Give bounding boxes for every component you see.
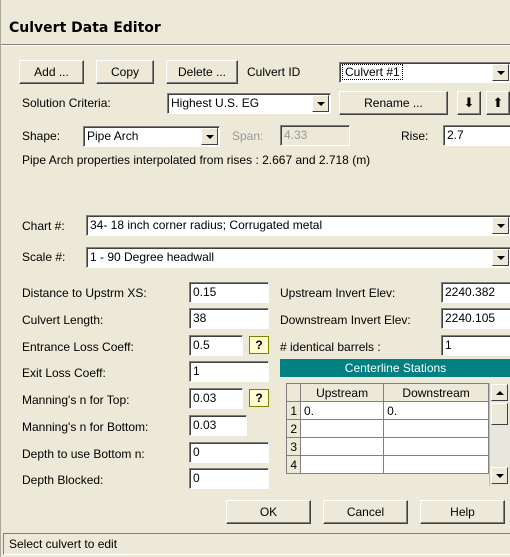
window-title: Culvert Data Editor (1, 0, 510, 44)
shape-label: Shape: (22, 129, 61, 143)
culvert-id-label: Culvert ID (247, 65, 301, 79)
table-row: 4 (286, 455, 489, 474)
upstream-invert-label: Upstream Invert Elev: (280, 286, 396, 300)
add-button[interactable]: Add ... (19, 60, 84, 84)
chart-value: 34- 18 inch corner radius; Corrugated me… (90, 218, 323, 232)
chevron-down-icon[interactable] (312, 95, 329, 112)
scale-label: Scale #: (22, 250, 66, 264)
title-divider (1, 44, 510, 46)
centerline-stations-table: Upstream Downstream 1 0. 0. 2 3 4 (286, 383, 489, 474)
scale-value: 1 - 90 Degree headwall (90, 250, 215, 264)
distance-upstream-label: Distance to Upstrm XS: (22, 286, 147, 300)
interpolation-info: Pipe Arch properties interpolated from r… (22, 153, 371, 167)
table-row: 3 (286, 437, 489, 456)
cancel-button[interactable]: Cancel (323, 500, 408, 524)
downstream-cell[interactable] (383, 437, 489, 456)
exit-loss-label: Exit Loss Coeff: (22, 366, 106, 380)
column-header-upstream: Upstream (299, 383, 385, 402)
help-icon[interactable]: ? (249, 389, 269, 407)
shape-value: Pipe Arch (87, 129, 139, 143)
copy-button[interactable]: Copy (96, 60, 154, 84)
chevron-down-icon[interactable] (201, 128, 218, 145)
span-label: Span: (232, 129, 264, 143)
column-header-downstream: Downstream (383, 383, 489, 402)
solution-criteria-select[interactable]: Highest U.S. EG (167, 93, 331, 114)
help-button[interactable]: Help (420, 500, 505, 524)
upstream-cell[interactable] (299, 455, 385, 474)
exit-loss-field[interactable]: 1 (189, 361, 269, 382)
depth-bottom-n-field[interactable]: 0 (189, 442, 269, 463)
upstream-invert-field[interactable]: 2240.382 (441, 282, 510, 303)
rise-label: Rise: (401, 129, 429, 143)
help-icon[interactable]: ? (249, 336, 269, 354)
mannings-bottom-label: Manning's n for Bottom: (22, 420, 149, 434)
entrance-loss-label: Entrance Loss Coeff: (22, 340, 134, 354)
scroll-up-icon[interactable] (491, 384, 508, 401)
upstream-cell[interactable] (299, 437, 385, 456)
chevron-down-icon[interactable] (492, 249, 509, 266)
mannings-top-field[interactable]: 0.03 (189, 388, 243, 409)
chevron-down-icon[interactable] (492, 64, 509, 81)
identical-barrels-field[interactable]: 1 (441, 335, 510, 356)
scroll-thumb[interactable] (491, 403, 508, 425)
upstream-cell[interactable]: 0. (299, 401, 385, 420)
chart-label: Chart #: (22, 219, 65, 233)
culvert-id-select[interactable]: Culvert #1 (339, 62, 510, 83)
depth-blocked-field[interactable]: 0 (189, 468, 269, 489)
depth-bottom-n-label: Depth to use Bottom n: (22, 447, 145, 461)
downstream-cell[interactable] (383, 455, 489, 474)
row-number: 4 (286, 455, 301, 474)
scale-select[interactable]: 1 - 90 Degree headwall (86, 247, 510, 268)
rise-field[interactable]: 2.7 (443, 125, 510, 146)
corner-cell (286, 383, 301, 402)
downstream-cell[interactable] (383, 419, 489, 438)
move-up-button[interactable]: ⬆ (486, 91, 510, 115)
row-number: 2 (286, 419, 301, 438)
row-number: 1 (286, 401, 301, 420)
downstream-cell[interactable]: 0. (383, 401, 489, 420)
status-bar: Select culvert to edit (3, 533, 510, 555)
centerline-stations-header: Centerline Stations (280, 359, 510, 377)
solution-criteria-label: Solution Criteria: (22, 96, 111, 110)
mannings-bottom-field[interactable]: 0.03 (189, 415, 247, 436)
move-down-button[interactable]: ⬇ (457, 91, 481, 115)
chevron-down-icon[interactable] (492, 217, 509, 234)
row-number: 3 (286, 437, 301, 456)
culvert-length-field[interactable]: 38 (189, 308, 269, 329)
solution-criteria-value: Highest U.S. EG (171, 96, 260, 110)
stations-scrollbar[interactable] (489, 383, 510, 486)
table-row: 1 0. 0. (286, 401, 489, 420)
chart-select[interactable]: 34- 18 inch corner radius; Corrugated me… (86, 215, 510, 236)
scroll-down-icon[interactable] (491, 467, 508, 484)
entrance-loss-field[interactable]: 0.5 (189, 335, 243, 356)
mannings-top-label: Manning's n for Top: (22, 393, 130, 407)
ok-button[interactable]: OK (226, 500, 311, 524)
table-row: 2 (286, 419, 489, 438)
span-field: 4.33 (280, 125, 350, 146)
downstream-invert-field[interactable]: 2240.105 (441, 308, 510, 329)
culvert-id-value: Culvert #1 (342, 64, 403, 80)
culvert-length-label: Culvert Length: (22, 313, 104, 327)
distance-upstream-field[interactable]: 0.15 (189, 282, 269, 303)
shape-select[interactable]: Pipe Arch (83, 126, 220, 147)
culvert-data-editor-window: Culvert Data Editor Add ... Copy Delete … (0, 0, 510, 557)
rename-button[interactable]: Rename ... (339, 91, 448, 115)
delete-button[interactable]: Delete ... (166, 60, 238, 84)
identical-barrels-label: # identical barrels : (280, 340, 381, 354)
upstream-cell[interactable] (299, 419, 385, 438)
depth-blocked-label: Depth Blocked: (22, 473, 104, 487)
downstream-invert-label: Downstream Invert Elev: (280, 313, 411, 327)
